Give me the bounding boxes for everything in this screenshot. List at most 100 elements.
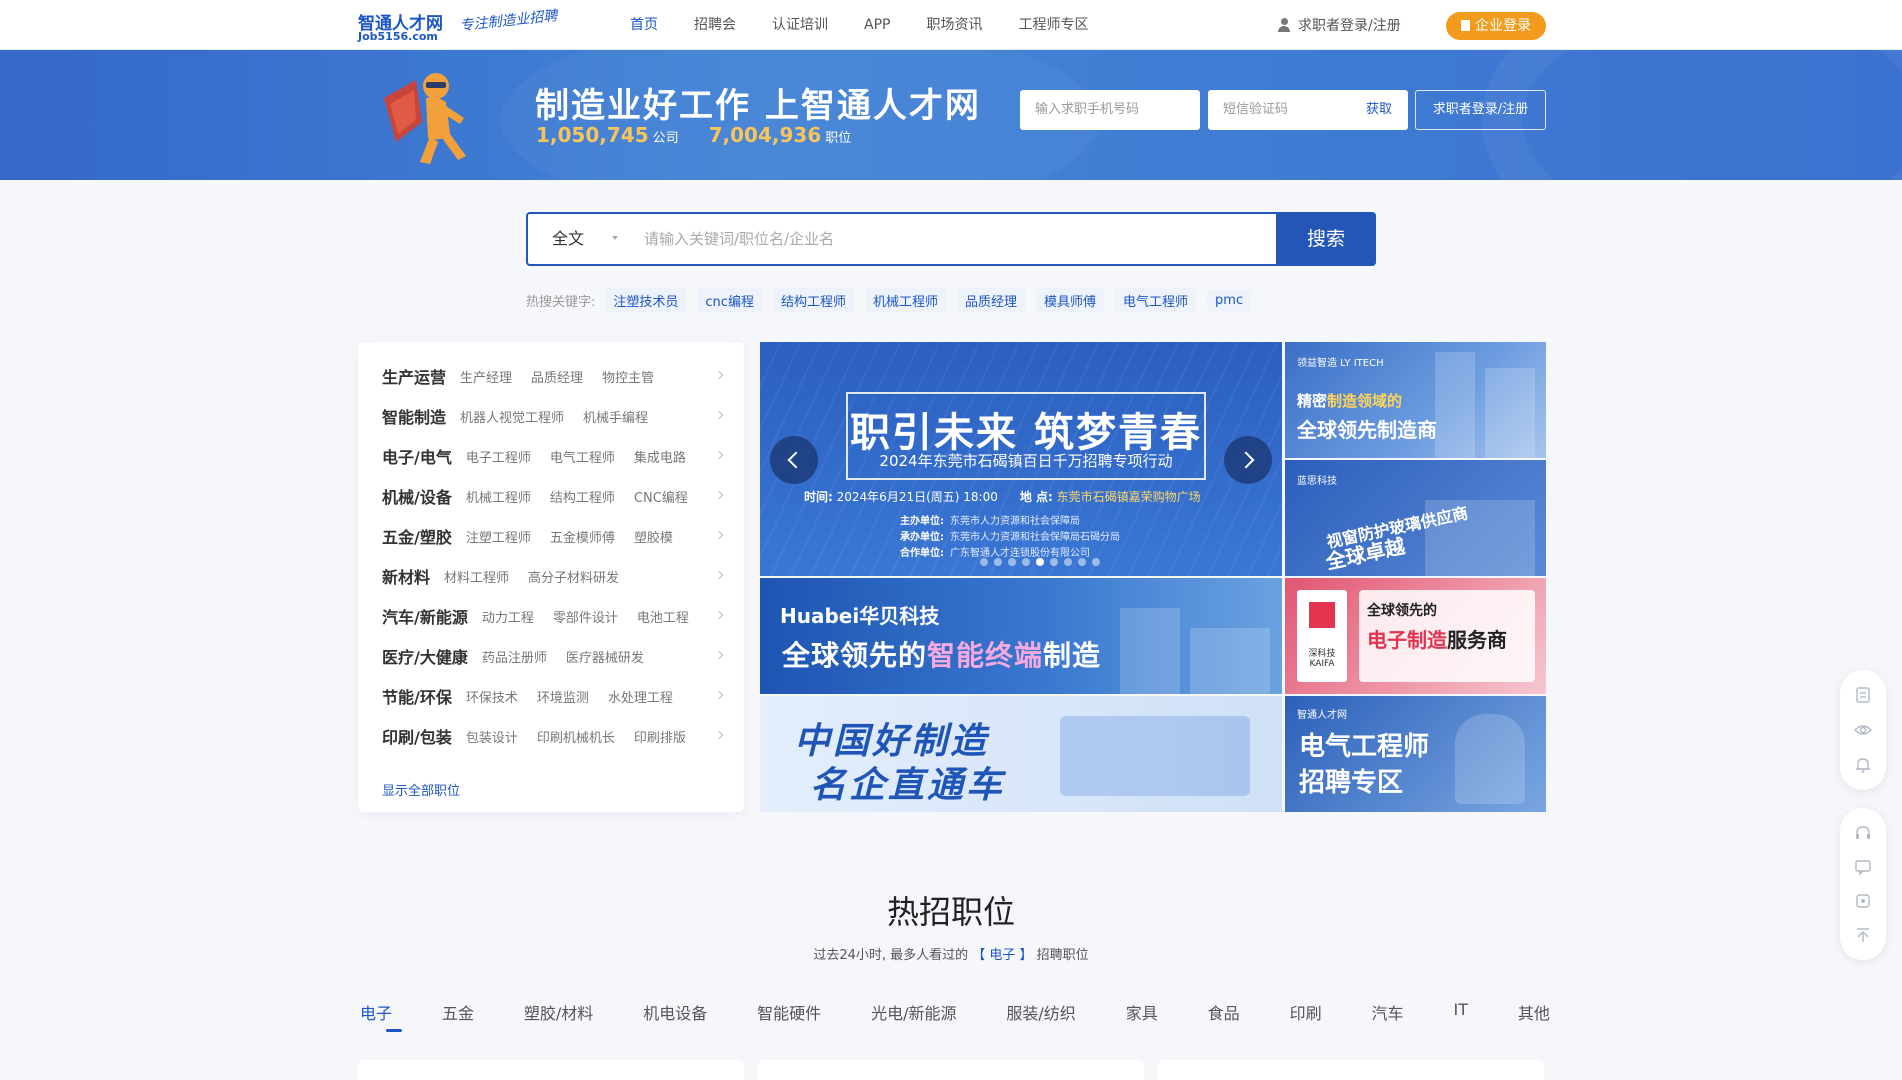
nav-job-fair[interactable]: 招聘会	[676, 0, 754, 50]
ad-lens[interactable]: 蓝思科技 视窗防护玻璃供应商 全球卓越	[1285, 460, 1546, 576]
category-sub[interactable]: 水处理工程	[608, 687, 673, 706]
category-title[interactable]: 智能制造	[382, 404, 446, 428]
banner-login-button[interactable]: 求职者登录/注册	[1415, 90, 1546, 130]
category-title[interactable]: 新材料	[382, 564, 430, 588]
category-sub[interactable]: 包装设计	[466, 727, 518, 746]
category-sub[interactable]: 环境监测	[537, 687, 589, 706]
tab-other[interactable]: 其他	[1518, 1000, 1550, 1024]
category-sub[interactable]: 电子工程师	[466, 447, 531, 466]
category-row[interactable]: 医疗/大健康 药品注册师 医疗器械研发	[382, 636, 724, 676]
category-row[interactable]: 五金/塑胶 注塑工程师 五金模师傅 塑胶模	[382, 516, 724, 556]
category-sub[interactable]: 医疗器械研发	[566, 647, 644, 666]
get-sms-code-button[interactable]: 获取	[1366, 90, 1392, 130]
category-sub[interactable]: 注塑工程师	[466, 527, 531, 546]
category-sub[interactable]: 高分子材料研发	[528, 567, 619, 586]
eye-icon[interactable]	[1854, 721, 1872, 739]
category-sub[interactable]: 印刷排版	[634, 727, 686, 746]
carousel-prev-button[interactable]	[770, 436, 818, 484]
category-title[interactable]: 电子/电气	[382, 444, 452, 468]
category-title[interactable]: 生产运营	[382, 364, 446, 388]
category-sub[interactable]: 结构工程师	[550, 487, 615, 506]
sms-code-input[interactable]: 短信验证码 获取	[1208, 90, 1408, 130]
jobseeker-login-link[interactable]: 求职者登录/注册	[1278, 15, 1401, 35]
enterprise-login-button[interactable]: 企业登录	[1446, 12, 1546, 40]
carousel-dot[interactable]	[1022, 558, 1030, 566]
category-sub[interactable]: 塑胶模	[634, 527, 673, 546]
category-title[interactable]: 印刷/包装	[382, 724, 452, 748]
ad-china-manufacturing[interactable]: 中国好制造 名企直通车	[760, 696, 1282, 812]
carousel-dot[interactable]	[1064, 558, 1072, 566]
event-carousel[interactable]: 职引未来 筑梦青春 2024年东莞市石碣镇百日千万招聘专项行动 时间: 2024…	[760, 342, 1282, 576]
category-sub[interactable]: 物控主管	[602, 367, 654, 386]
bell-icon[interactable]	[1854, 756, 1872, 774]
carousel-dot[interactable]	[1008, 558, 1016, 566]
hot-keyword[interactable]: cnc编程	[697, 288, 762, 313]
carousel-next-button[interactable]	[1224, 436, 1272, 484]
carousel-dot[interactable]	[994, 558, 1002, 566]
category-row[interactable]: 节能/环保 环保技术 环境监测 水处理工程	[382, 676, 724, 716]
category-sub[interactable]: 机械手编程	[583, 407, 648, 426]
tab-hardware[interactable]: 五金	[442, 1000, 474, 1024]
message-icon[interactable]	[1854, 858, 1872, 876]
category-title[interactable]: 五金/塑胶	[382, 524, 452, 548]
category-row[interactable]: 印刷/包装 包装设计 印刷机械机长 印刷排版	[382, 716, 724, 756]
hot-keyword[interactable]: 电气工程师	[1115, 288, 1197, 313]
show-all-jobs-link[interactable]: 显示全部职位	[382, 780, 460, 799]
carousel-dot[interactable]	[980, 558, 988, 566]
tab-apparel[interactable]: 服装/纺织	[1006, 1000, 1075, 1024]
carousel-dot[interactable]	[1078, 558, 1086, 566]
category-title[interactable]: 汽车/新能源	[382, 604, 468, 628]
category-sub[interactable]: 电气工程师	[550, 447, 615, 466]
hot-keyword[interactable]: 注塑技术员	[605, 288, 687, 313]
category-sub[interactable]: 五金模师傅	[550, 527, 615, 546]
nav-home[interactable]: 首页	[612, 0, 676, 50]
category-sub[interactable]: 印刷机械机长	[537, 727, 615, 746]
category-row[interactable]: 电子/电气 电子工程师 电气工程师 集成电路	[382, 436, 724, 476]
category-sub[interactable]: 集成电路	[634, 447, 686, 466]
category-row[interactable]: 新材料 材料工程师 高分子材料研发	[382, 556, 724, 596]
headset-icon[interactable]	[1854, 824, 1872, 842]
category-row[interactable]: 智能制造 机器人视觉工程师 机械手编程	[382, 396, 724, 436]
search-input[interactable]: 请输入关键词/职位名/企业名	[644, 214, 1204, 264]
nav-app[interactable]: APP	[846, 0, 908, 50]
nav-news[interactable]: 职场资讯	[908, 0, 1000, 50]
carousel-dot[interactable]	[1036, 558, 1044, 566]
category-sub[interactable]: 生产经理	[460, 367, 512, 386]
ad-huabei[interactable]: Huabei华贝科技 全球领先的智能终端制造	[760, 578, 1282, 694]
tab-smart-hardware[interactable]: 智能硬件	[757, 1000, 821, 1024]
carousel-dot[interactable]	[1092, 558, 1100, 566]
nav-engineer-zone[interactable]: 工程师专区	[1000, 0, 1106, 50]
hot-keyword[interactable]: 机械工程师	[864, 288, 946, 313]
tab-optoelectronics[interactable]: 光电/新能源	[871, 1000, 956, 1024]
category-sub[interactable]: 品质经理	[531, 367, 583, 386]
phone-input[interactable]: 输入求职手机号码	[1020, 90, 1200, 130]
category-sub[interactable]: 动力工程	[482, 607, 534, 626]
tab-automotive[interactable]: 汽车	[1372, 1000, 1404, 1024]
category-sub[interactable]: 机械工程师	[466, 487, 531, 506]
job-card[interactable]	[358, 1060, 744, 1080]
tab-plastics[interactable]: 塑胶/材料	[524, 1000, 593, 1024]
category-sub[interactable]: 环保技术	[466, 687, 518, 706]
category-sub[interactable]: 机器人视觉工程师	[460, 407, 564, 426]
category-title[interactable]: 机械/设备	[382, 484, 452, 508]
category-sub[interactable]: 零部件设计	[553, 607, 618, 626]
resume-icon[interactable]	[1854, 686, 1872, 704]
search-type-select[interactable]: 全文	[528, 214, 628, 264]
search-button[interactable]: 搜索	[1276, 212, 1376, 266]
job-card[interactable]	[1158, 1060, 1544, 1080]
category-title[interactable]: 节能/环保	[382, 684, 452, 708]
category-sub[interactable]: 材料工程师	[444, 567, 509, 586]
category-sub[interactable]: 药品注册师	[482, 647, 547, 666]
ad-lingyi[interactable]: 领益智造 LY ITECH 精密制造领域的 全球领先制造商	[1285, 342, 1546, 458]
category-title[interactable]: 医疗/大健康	[382, 644, 468, 668]
category-row[interactable]: 机械/设备 机械工程师 结构工程师 CNC编程	[382, 476, 724, 516]
hot-keyword[interactable]: pmc	[1207, 290, 1252, 311]
job-card[interactable]	[758, 1060, 1144, 1080]
category-row[interactable]: 汽车/新能源 动力工程 零部件设计 电池工程	[382, 596, 724, 636]
tab-food[interactable]: 食品	[1208, 1000, 1240, 1024]
tab-mechanical[interactable]: 机电设备	[643, 1000, 707, 1024]
tab-printing[interactable]: 印刷	[1290, 1000, 1322, 1024]
site-logo[interactable]: 智通人才网 Job5156.com	[358, 9, 450, 43]
hot-jobs-keyword[interactable]: 【 电子 】	[972, 948, 1032, 963]
nav-training[interactable]: 认证培训	[754, 0, 846, 50]
